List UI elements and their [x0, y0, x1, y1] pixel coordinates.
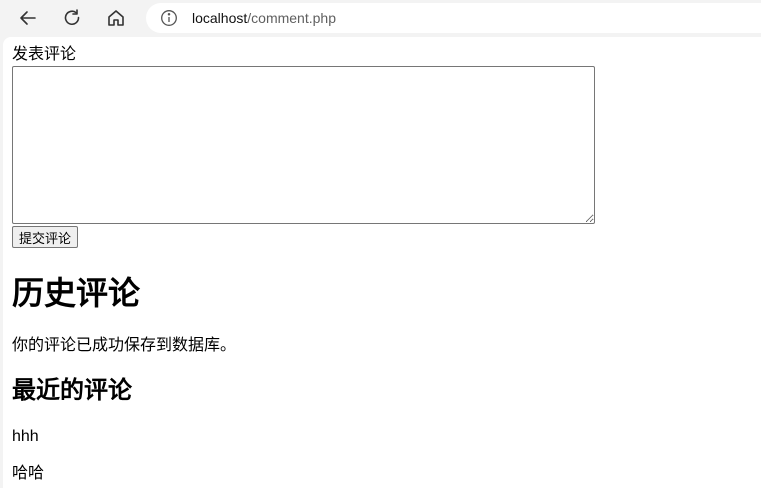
history-heading: 历史评论 — [12, 275, 141, 311]
back-button[interactable] — [14, 4, 42, 32]
comment-form-label: 发表评论 — [12, 46, 77, 63]
address-bar[interactable]: localhost/comment.php — [146, 3, 761, 33]
url-path: /comment.php — [247, 10, 336, 26]
browser-toolbar: localhost/comment.php — [0, 0, 761, 36]
home-button[interactable] — [102, 4, 130, 32]
recent-comments-heading: 最近的评论 — [12, 377, 132, 404]
comment-item: hhh — [12, 428, 39, 445]
back-arrow-icon — [20, 11, 36, 25]
home-icon — [108, 10, 124, 26]
page-viewport: 发表评论 提交评论 历史评论 你的评论已成功保存到数据库。 最近的评论 hhh … — [3, 37, 761, 488]
url-host: localhost — [192, 10, 248, 26]
comment-item: 哈哈 — [12, 465, 45, 482]
reload-icon — [64, 9, 80, 26]
save-status-message: 你的评论已成功保存到数据库。 — [12, 337, 237, 354]
reload-button[interactable] — [58, 4, 86, 32]
url-text: localhost/comment.php — [192, 10, 336, 26]
site-info-icon[interactable] — [160, 9, 178, 27]
comment-textarea[interactable] — [12, 66, 595, 224]
submit-comment-button[interactable]: 提交评论 — [12, 226, 79, 248]
